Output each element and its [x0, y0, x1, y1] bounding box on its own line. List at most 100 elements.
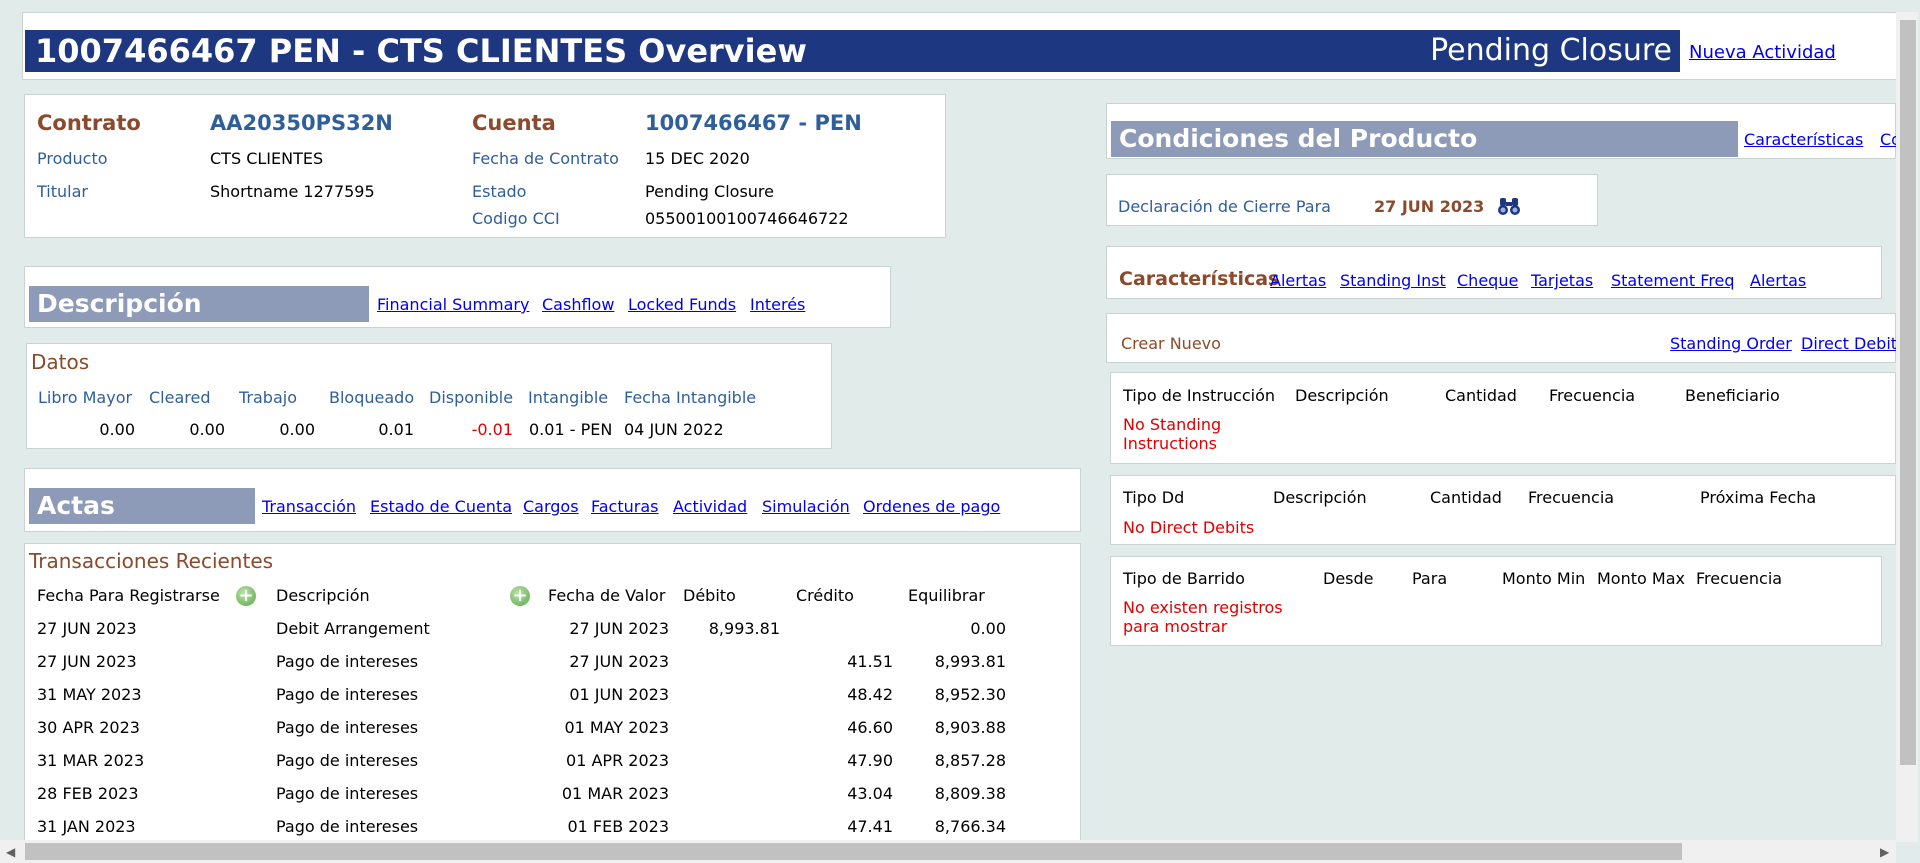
descripcion-header: Descripción	[29, 286, 369, 322]
barrido-header-monto-max: Monto Max	[1597, 569, 1685, 588]
tx-fecha-valor: 27 JUN 2023	[569, 619, 669, 638]
link-locked-funds[interactable]: Locked Funds	[628, 295, 736, 314]
fecha-contrato-value: 15 DEC 2020	[645, 149, 750, 168]
link-financial-summary[interactable]: Financial Summary	[377, 295, 529, 314]
tx-fecha-valor: 01 APR 2023	[566, 751, 669, 770]
cierre-label: Declaración de Cierre Para	[1118, 197, 1331, 216]
tx-equilibrar: 0.00	[970, 619, 1006, 638]
standing-header-tipo: Tipo de Instrucción	[1123, 386, 1275, 405]
barrido-header-para: Para	[1412, 569, 1448, 588]
actas-header: Actas	[29, 488, 255, 524]
tx-credito: 48.42	[847, 685, 893, 704]
add-descripcion-icon[interactable]: +	[510, 586, 530, 606]
barrido-header-tipo: Tipo de Barrido	[1123, 569, 1245, 588]
standing-header-frecuencia: Frecuencia	[1549, 386, 1636, 405]
new-activity-link[interactable]: Nueva Actividad	[1689, 42, 1836, 63]
tx-credito: 41.51	[847, 652, 893, 671]
contrato-label: Contrato	[37, 111, 141, 135]
dd-header-descripcion: Descripción	[1273, 488, 1367, 507]
datos-value-cleared: 0.00	[189, 420, 225, 439]
cci-label: Codigo CCI	[472, 209, 560, 228]
cuenta-value: 1007466467 - PEN	[645, 111, 862, 135]
crear-label: Crear Nuevo	[1121, 334, 1221, 353]
dd-header-cantidad: Cantidad	[1430, 488, 1502, 507]
datos-value-trabajo: 0.00	[279, 420, 315, 439]
link-transaccion[interactable]: Transacción	[262, 497, 356, 516]
link-actividad[interactable]: Actividad	[673, 497, 747, 516]
tx-credito: 47.41	[847, 817, 893, 836]
link-facturas[interactable]: Facturas	[591, 497, 658, 516]
barrido-empty: No existen registros para mostrar	[1123, 598, 1283, 636]
link-statement-freq[interactable]: Statement Freq	[1611, 271, 1735, 290]
producto-label: Producto	[37, 149, 108, 168]
tx-credito: 47.90	[847, 751, 893, 770]
link-standing-inst[interactable]: Standing Inst	[1340, 271, 1446, 290]
link-interes[interactable]: Interés	[750, 295, 805, 314]
tx-fecha-registro: 27 JUN 2023	[37, 652, 137, 671]
datos-value-bloqueado: 0.01	[378, 420, 414, 439]
tx-debito: 8,993.81	[708, 619, 780, 638]
standing-header-beneficiario: Beneficiario	[1685, 386, 1780, 405]
tx-credito: 46.60	[847, 718, 893, 737]
tx-equilibrar: 8,766.34	[934, 817, 1006, 836]
datos-header-trabajo: Trabajo	[239, 388, 297, 407]
link-alertas-2[interactable]: Alertas	[1750, 271, 1806, 290]
titular-value: Shortname 1277595	[210, 182, 375, 201]
standing-header-descripcion: Descripción	[1295, 386, 1389, 405]
add-fecha-icon[interactable]: +	[236, 586, 256, 606]
link-tarjetas[interactable]: Tarjetas	[1531, 271, 1593, 290]
tx-header-fecha-registro: Fecha Para Registrarse	[37, 586, 220, 605]
dd-header-frecuencia: Frecuencia	[1528, 488, 1615, 507]
link-ordenes-pago[interactable]: Ordenes de pago	[863, 497, 1000, 516]
tx-header-fecha-valor: Fecha de Valor	[548, 586, 666, 605]
estado-value: Pending Closure	[645, 182, 774, 201]
tx-fecha-valor: 27 JUN 2023	[569, 652, 669, 671]
scroll-right-icon[interactable]: ▶	[1880, 845, 1889, 859]
contrato-value: AA20350PS32N	[210, 111, 393, 135]
dd-empty: No Direct Debits	[1123, 518, 1255, 537]
tx-fecha-registro: 31 MAY 2023	[37, 685, 142, 704]
status-label: Pending Closure	[1430, 33, 1672, 68]
producto-value: CTS CLIENTES	[210, 149, 324, 168]
tx-equilibrar: 8,993.81	[934, 652, 1006, 671]
link-cashflow[interactable]: Cashflow	[542, 295, 614, 314]
tx-fecha-valor: 01 MAY 2023	[564, 718, 669, 737]
tx-descripcion: Pago de intereses	[276, 685, 419, 704]
tx-equilibrar: 8,809.38	[934, 784, 1006, 803]
datos-value-intangible: 0.01 - PEN	[529, 420, 613, 439]
cci-value: 05500100100746646722	[645, 209, 849, 228]
link-estado-cuenta[interactable]: Estado de Cuenta	[370, 497, 512, 516]
tx-fecha-registro: 27 JUN 2023	[37, 619, 137, 638]
link-simulacion[interactable]: Simulación	[762, 497, 850, 516]
link-cargos[interactable]: Cargos	[523, 497, 579, 516]
dd-header-tipo: Tipo Dd	[1123, 488, 1185, 507]
fecha-contrato-label: Fecha de Contrato	[472, 149, 619, 168]
caracteristicas-title: Características	[1119, 268, 1280, 290]
tx-fecha-registro: 31 MAR 2023	[37, 751, 145, 770]
standing-empty: No Standing Instructions	[1123, 415, 1222, 453]
tx-credito: 43.04	[847, 784, 893, 803]
datos-value-libro-mayor: 0.00	[99, 420, 135, 439]
standing-header-cantidad: Cantidad	[1445, 386, 1517, 405]
datos-header-intangible: Intangible	[528, 388, 609, 407]
horizontal-scrollbar-thumb[interactable]	[25, 843, 1682, 860]
link-alertas-1[interactable]: Alertas	[1270, 271, 1326, 290]
link-cheque[interactable]: Cheque	[1457, 271, 1518, 290]
tx-descripcion: Pago de intereses	[276, 784, 419, 803]
link-standing-order[interactable]: Standing Order	[1670, 334, 1792, 353]
datos-header-libro-mayor: Libro Mayor	[38, 388, 133, 407]
tx-header-credito: Crédito	[796, 586, 854, 605]
vertical-scrollbar-thumb[interactable]	[1900, 20, 1916, 765]
tx-fecha-registro: 30 APR 2023	[37, 718, 140, 737]
barrido-header-frecuencia: Frecuencia	[1696, 569, 1783, 588]
binoculars-icon[interactable]	[1497, 196, 1521, 216]
barrido-header-desde: Desde	[1323, 569, 1374, 588]
cuenta-label: Cuenta	[472, 111, 556, 135]
condiciones-header: Condiciones del Producto	[1111, 121, 1738, 157]
link-caracteristicas-top[interactable]: Características	[1744, 130, 1863, 149]
scroll-left-icon[interactable]: ◀	[6, 845, 15, 859]
tx-descripcion: Debit Arrangement	[276, 619, 430, 638]
datos-header-cleared: Cleared	[149, 388, 211, 407]
barrido-header-monto-min: Monto Min	[1502, 569, 1586, 588]
link-direct-debit[interactable]: Direct Debit	[1801, 334, 1897, 353]
